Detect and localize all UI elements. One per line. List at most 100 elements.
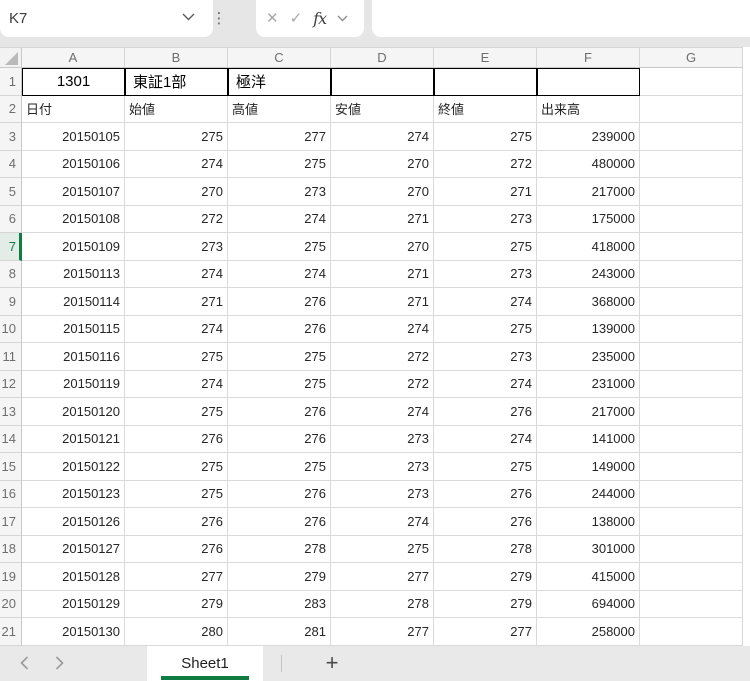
- cell-B6[interactable]: 272: [125, 205, 228, 233]
- row-header-2[interactable]: 2: [0, 95, 22, 123]
- cell-G4[interactable]: [640, 150, 743, 178]
- cell-E21[interactable]: 277: [434, 618, 537, 646]
- cell-F4[interactable]: 480000: [537, 150, 640, 178]
- cell-G20[interactable]: [640, 590, 743, 618]
- cell-G13[interactable]: [640, 398, 743, 426]
- cell-D6[interactable]: 271: [331, 205, 434, 233]
- cell-F19[interactable]: 415000: [537, 563, 640, 591]
- cell-A14[interactable]: 20150121: [22, 425, 125, 453]
- cancel-icon[interactable]: ✕: [266, 11, 279, 26]
- cell-E20[interactable]: 279: [434, 590, 537, 618]
- cell-B16[interactable]: 275: [125, 480, 228, 508]
- cell-C21[interactable]: 281: [228, 618, 331, 646]
- column-header-e[interactable]: E: [434, 48, 537, 67]
- cell-A2[interactable]: 日付: [22, 95, 125, 123]
- column-header-d[interactable]: D: [331, 48, 434, 67]
- cell-F3[interactable]: 239000: [537, 123, 640, 151]
- cell-B9[interactable]: 271: [125, 288, 228, 316]
- cell-E4[interactable]: 272: [434, 150, 537, 178]
- row-header-21[interactable]: 21: [0, 618, 22, 646]
- cell-D18[interactable]: 275: [331, 535, 434, 563]
- row-header-11[interactable]: 11: [0, 343, 22, 371]
- cell-G19[interactable]: [640, 563, 743, 591]
- cell-A3[interactable]: 20150105: [22, 123, 125, 151]
- row-header-12[interactable]: 12: [0, 370, 22, 398]
- cell-G8[interactable]: [640, 260, 743, 288]
- cell-G16[interactable]: [640, 480, 743, 508]
- function-chevron-down-icon[interactable]: [337, 15, 348, 22]
- row-header-3[interactable]: 3: [0, 123, 22, 151]
- cell-A11[interactable]: 20150116: [22, 343, 125, 371]
- cell-E7[interactable]: 275: [434, 233, 537, 261]
- cell-C4[interactable]: 275: [228, 150, 331, 178]
- cell-C20[interactable]: 283: [228, 590, 331, 618]
- name-box-chevron-down-icon[interactable]: [182, 13, 195, 21]
- cell-E13[interactable]: 276: [434, 398, 537, 426]
- cell-B21[interactable]: 280: [125, 618, 228, 646]
- cell-F7[interactable]: 418000: [537, 233, 640, 261]
- row-header-5[interactable]: 5: [0, 178, 22, 206]
- row-header-4[interactable]: 4: [0, 150, 22, 178]
- cell-G7[interactable]: [640, 233, 743, 261]
- cell-D1[interactable]: [331, 68, 434, 96]
- cell-C17[interactable]: 276: [228, 508, 331, 536]
- cell-A16[interactable]: 20150123: [22, 480, 125, 508]
- cell-C7[interactable]: 275: [228, 233, 331, 261]
- row-header-19[interactable]: 19: [0, 563, 22, 591]
- cell-B4[interactable]: 274: [125, 150, 228, 178]
- cell-F18[interactable]: 301000: [537, 535, 640, 563]
- cell-D14[interactable]: 273: [331, 425, 434, 453]
- cell-C19[interactable]: 279: [228, 563, 331, 591]
- cell-A12[interactable]: 20150119: [22, 370, 125, 398]
- row-header-6[interactable]: 6: [0, 205, 22, 233]
- cell-F21[interactable]: 258000: [537, 618, 640, 646]
- cell-B10[interactable]: 274: [125, 315, 228, 343]
- cell-A17[interactable]: 20150126: [22, 508, 125, 536]
- cell-C13[interactable]: 276: [228, 398, 331, 426]
- column-header-g[interactable]: G: [640, 48, 743, 67]
- cell-C6[interactable]: 274: [228, 205, 331, 233]
- cell-F13[interactable]: 217000: [537, 398, 640, 426]
- cell-A8[interactable]: 20150113: [22, 260, 125, 288]
- next-sheet-icon[interactable]: [55, 656, 64, 670]
- column-header-a[interactable]: A: [22, 48, 125, 67]
- cell-D20[interactable]: 278: [331, 590, 434, 618]
- row-header-8[interactable]: 8: [0, 260, 22, 288]
- cell-F11[interactable]: 235000: [537, 343, 640, 371]
- cell-D2[interactable]: 安値: [331, 95, 434, 123]
- cell-D13[interactable]: 274: [331, 398, 434, 426]
- enter-icon[interactable]: ✓: [290, 11, 303, 26]
- cell-reference[interactable]: K7: [0, 10, 27, 27]
- cell-F1[interactable]: [537, 68, 640, 96]
- cell-B13[interactable]: 275: [125, 398, 228, 426]
- cell-E12[interactable]: 274: [434, 370, 537, 398]
- cell-C5[interactable]: 273: [228, 178, 331, 206]
- cell-B1[interactable]: 東証1部: [125, 68, 228, 96]
- cell-D11[interactable]: 272: [331, 343, 434, 371]
- cell-D3[interactable]: 274: [331, 123, 434, 151]
- cell-A9[interactable]: 20150114: [22, 288, 125, 316]
- cell-B7[interactable]: 273: [125, 233, 228, 261]
- cell-D4[interactable]: 270: [331, 150, 434, 178]
- cell-D7[interactable]: 270: [331, 233, 434, 261]
- cell-A20[interactable]: 20150129: [22, 590, 125, 618]
- cell-E19[interactable]: 279: [434, 563, 537, 591]
- cell-A6[interactable]: 20150108: [22, 205, 125, 233]
- cell-E2[interactable]: 終値: [434, 95, 537, 123]
- cell-E1[interactable]: [434, 68, 537, 96]
- add-sheet-button[interactable]: +: [318, 646, 346, 681]
- cell-F20[interactable]: 694000: [537, 590, 640, 618]
- cell-G5[interactable]: [640, 178, 743, 206]
- cell-F10[interactable]: 139000: [537, 315, 640, 343]
- cell-F2[interactable]: 出来高: [537, 95, 640, 123]
- cell-B18[interactable]: 276: [125, 535, 228, 563]
- cell-E11[interactable]: 273: [434, 343, 537, 371]
- column-header-b[interactable]: B: [125, 48, 228, 67]
- cell-C16[interactable]: 276: [228, 480, 331, 508]
- cell-A1[interactable]: 1301: [22, 68, 125, 96]
- cell-A15[interactable]: 20150122: [22, 453, 125, 481]
- cell-G6[interactable]: [640, 205, 743, 233]
- row-header-20[interactable]: 20: [0, 590, 22, 618]
- cell-D16[interactable]: 273: [331, 480, 434, 508]
- cell-G14[interactable]: [640, 425, 743, 453]
